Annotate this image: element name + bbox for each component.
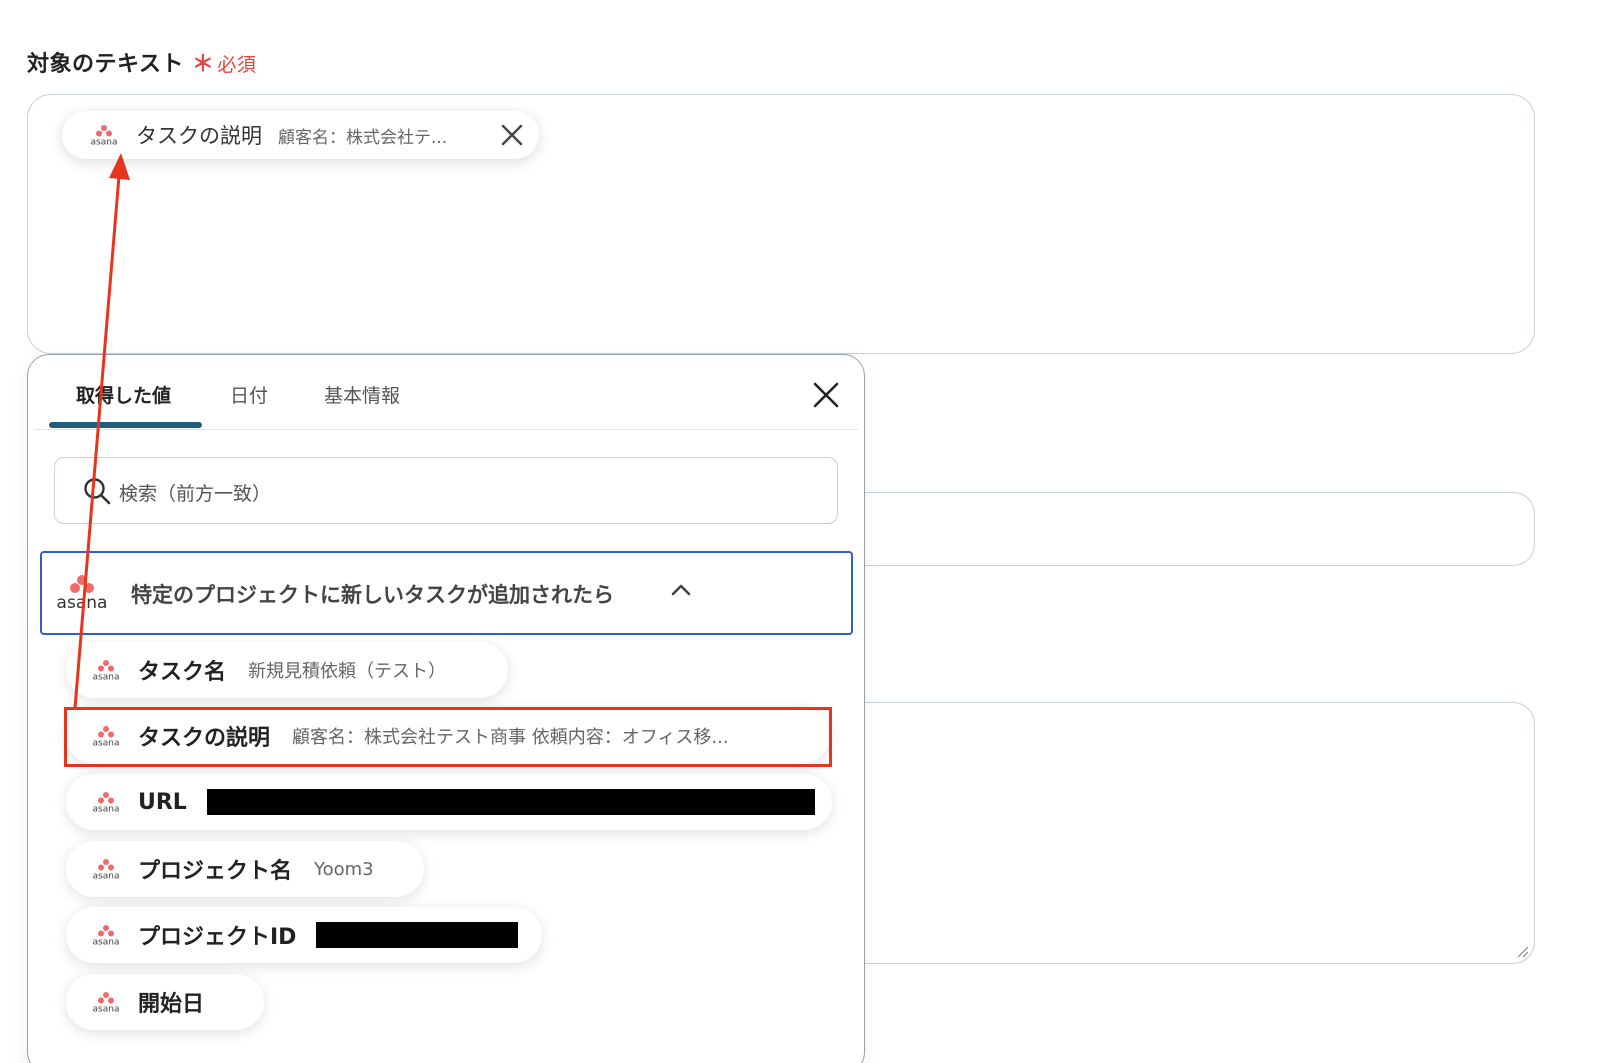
list-item-task-name[interactable]: タスク名 新規見積依頼（テスト） (66, 642, 508, 698)
page: 対象のテキスト ＊必須 タスクの説明 顧客名：株式会社テ... 取得した値 日付 … (0, 0, 1600, 1063)
asana-icon (88, 858, 124, 880)
item-value: Yoom3 (314, 858, 374, 880)
asana-icon (86, 124, 122, 146)
trigger-group-header[interactable]: asana 特定のプロジェクトに新しいタスクが追加されたら (40, 551, 853, 635)
item-label: プロジェクトID (138, 925, 297, 950)
variable-picker-popup: 取得した値 日付 基本情報 検索（前方一致） asana 特定のプロジェクトに新… (27, 354, 865, 1063)
background-input-field[interactable] (840, 492, 1535, 566)
close-icon[interactable] (812, 381, 840, 409)
asana-icon (88, 791, 124, 813)
search-placeholder: 検索（前方一致） (119, 483, 272, 505)
selected-value-chip[interactable]: タスクの説明 顧客名：株式会社テ... (62, 111, 539, 159)
trigger-group-title: 特定のプロジェクトに新しいタスクが追加されたら (131, 583, 614, 607)
asana-icon (88, 659, 124, 681)
asana-icon (88, 924, 124, 946)
item-label: タスク名 (138, 660, 227, 685)
asana-logo: asana (57, 575, 108, 613)
popup-tabs: 取得した値 日付 基本情報 (28, 355, 864, 429)
item-label: 開始日 (138, 992, 205, 1017)
item-label: プロジェクト名 (138, 859, 293, 884)
resize-handle-icon[interactable] (1516, 945, 1530, 959)
tab-basic-info[interactable]: 基本情報 (324, 381, 400, 408)
list-item-url[interactable]: URL (66, 774, 832, 830)
remove-chip-icon[interactable] (499, 122, 525, 148)
search-icon (84, 478, 111, 505)
redacted-value (316, 922, 519, 948)
background-textarea-field[interactable] (840, 702, 1535, 964)
required-text: 必須 (217, 54, 257, 76)
field-label-text: 対象のテキスト (27, 52, 184, 77)
item-value: 新規見積依頼（テスト） (248, 661, 447, 682)
field-label: 対象のテキスト ＊必須 (27, 46, 256, 78)
svg-text:asana: asana (57, 593, 108, 613)
required-star: ＊ (191, 52, 215, 77)
list-item-project-name[interactable]: プロジェクト名 Yoom3 (66, 841, 424, 897)
redacted-value (206, 789, 815, 815)
highlight-annotation-box (64, 707, 832, 767)
chevron-up-icon[interactable] (670, 583, 692, 597)
tab-acquired-values[interactable]: 取得した値 (76, 381, 171, 408)
item-label: URL (138, 789, 187, 815)
selected-chip-label: タスクの説明 (136, 124, 262, 148)
active-tab-indicator (49, 422, 202, 428)
tabs-divider (34, 429, 858, 430)
list-item-project-id[interactable]: プロジェクトID (66, 907, 542, 963)
asana-icon (88, 991, 124, 1013)
tab-date[interactable]: 日付 (230, 381, 268, 408)
list-item-start-date[interactable]: 開始日 (66, 974, 264, 1030)
search-input[interactable]: 検索（前方一致） (54, 457, 838, 524)
selected-chip-value: 顧客名：株式会社テ... (278, 127, 448, 148)
